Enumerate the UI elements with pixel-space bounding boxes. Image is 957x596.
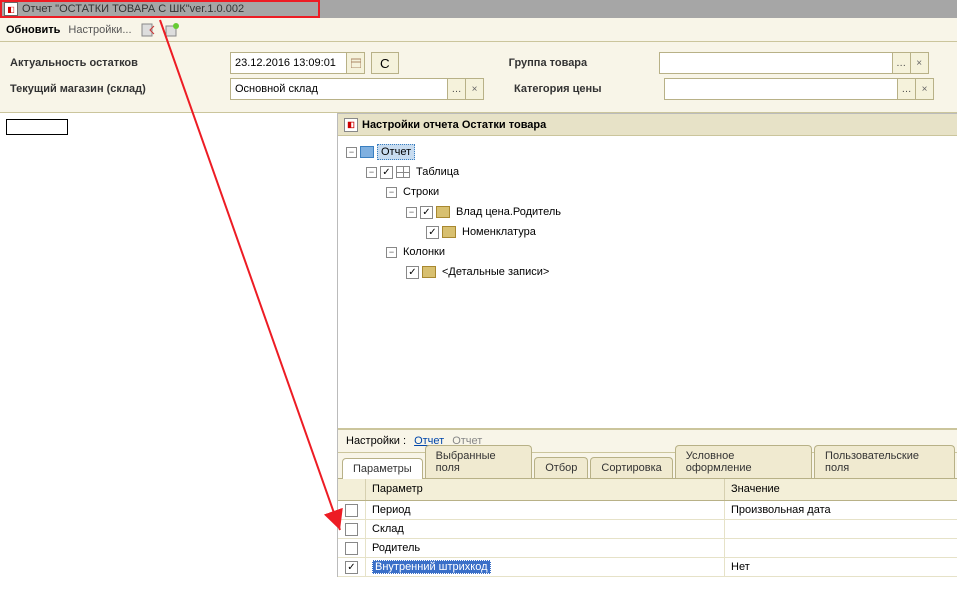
grid-row[interactable]: Склад <box>338 520 957 539</box>
settings-panel-title: ◧ Настройки отчета Остатки товара <box>338 114 957 136</box>
tab-user-fields[interactable]: Пользовательские поля <box>814 445 955 478</box>
rows-icon <box>436 206 450 218</box>
tree-row-2[interactable]: ✓ Номенклатура <box>346 222 949 242</box>
group-input[interactable] <box>660 53 892 73</box>
app-icon: ◧ <box>4 2 18 16</box>
grid-row[interactable]: ✓ Внутренний штрихкод Нет <box>338 558 957 577</box>
tab-selected-fields[interactable]: Выбранные поля <box>425 445 533 478</box>
store-lookup-icon[interactable]: … <box>447 79 465 99</box>
tree-row2-label[interactable]: Номенклатура <box>459 225 539 239</box>
refresh-button[interactable]: Обновить <box>6 24 60 36</box>
actuality-input-wrap <box>230 52 365 74</box>
tree-row1-label[interactable]: Влад цена.Родитель <box>453 205 564 219</box>
store-input[interactable] <box>231 79 447 99</box>
collapse-icon[interactable]: − <box>346 147 357 158</box>
tree-table[interactable]: − ✓ Таблица <box>346 162 949 182</box>
window-version: ver.1.0.002 <box>190 3 244 15</box>
group-clear-icon[interactable]: × <box>910 53 928 73</box>
store-label: Текущий магазин (склад) <box>10 83 230 95</box>
row-checkbox[interactable] <box>345 542 358 555</box>
tabs-bar: Параметры Выбранные поля Отбор Сортировк… <box>338 453 957 479</box>
report-icon <box>360 146 374 158</box>
collapse-icon[interactable]: − <box>366 167 377 178</box>
group-input-wrap: … × <box>659 52 929 74</box>
checkbox-icon[interactable]: ✓ <box>420 206 433 219</box>
action-icon-2[interactable] <box>164 22 180 38</box>
tree-rows-label[interactable]: Строки <box>400 185 442 199</box>
row-checkbox[interactable] <box>345 504 358 517</box>
row-param[interactable]: Период <box>366 501 725 519</box>
c-button[interactable]: С <box>371 52 399 74</box>
price-cat-lookup-icon[interactable]: … <box>897 79 915 99</box>
window-title-prefix: Отчет "ОСТАТКИ ТОВАРА С ШК" <box>22 3 190 15</box>
tab-params[interactable]: Параметры <box>342 458 423 479</box>
store-input-wrap: … × <box>230 78 484 100</box>
structure-tree: − Отчет − ✓ Таблица − Строки − ✓ Влад це… <box>338 136 957 429</box>
collapse-icon[interactable]: − <box>386 247 397 258</box>
actuality-label: Актуальность остатков <box>10 57 230 69</box>
window-titlebar: ◧ Отчет "ОСТАТКИ ТОВАРА С ШК" ver.1.0.00… <box>0 0 957 18</box>
tree-col1-label[interactable]: <Детальные записи> <box>439 265 552 279</box>
grid-row[interactable]: Период Произвольная дата <box>338 501 957 520</box>
row-checkbox[interactable]: ✓ <box>345 561 358 574</box>
price-cat-label: Категория цены <box>514 83 634 95</box>
grid-col-check <box>338 479 366 500</box>
body-area: ◧ Настройки отчета Остатки товара − Отче… <box>0 113 957 577</box>
row-value[interactable]: Произвольная дата <box>725 501 957 519</box>
params-grid: Параметр Значение Период Произвольная да… <box>338 479 957 577</box>
tab-sort[interactable]: Сортировка <box>590 457 672 478</box>
settings-panel: ◧ Настройки отчета Остатки товара − Отче… <box>338 113 957 577</box>
action-icon-1[interactable] <box>140 22 156 38</box>
row-value[interactable] <box>725 520 957 538</box>
price-cat-input-wrap: … × <box>664 78 934 100</box>
checkbox-icon[interactable]: ✓ <box>426 226 439 239</box>
row-value[interactable]: Нет <box>725 558 957 576</box>
store-clear-icon[interactable]: × <box>465 79 483 99</box>
group-label: Группа товара <box>509 57 629 69</box>
price-cat-clear-icon[interactable]: × <box>915 79 933 99</box>
tab-filter[interactable]: Отбор <box>534 457 588 478</box>
settings-button[interactable]: Настройки... <box>68 24 131 36</box>
row-param[interactable]: Склад <box>366 520 725 538</box>
row-param[interactable]: Внутренний штрихкод <box>366 558 725 576</box>
tree-cols-label[interactable]: Колонки <box>400 245 448 259</box>
calendar-icon[interactable] <box>346 53 364 73</box>
settings-bar-label: Настройки : <box>346 435 406 447</box>
main-toolbar: Обновить Настройки... <box>0 18 957 42</box>
rows-icon <box>422 266 436 278</box>
tree-root[interactable]: − Отчет <box>346 142 949 162</box>
tree-table-label[interactable]: Таблица <box>413 165 462 179</box>
tree-col-1[interactable]: ✓ <Детальные записи> <box>346 262 949 282</box>
rows-icon <box>442 226 456 238</box>
collapse-icon[interactable]: − <box>406 207 417 218</box>
tab-conditional[interactable]: Условное оформление <box>675 445 812 478</box>
report-output-panel <box>0 113 338 577</box>
panel-icon: ◧ <box>344 118 358 132</box>
actuality-input[interactable] <box>231 53 346 73</box>
tree-row-1[interactable]: − ✓ Влад цена.Родитель <box>346 202 949 222</box>
filters-panel: Актуальность остатков С Группа товара … … <box>0 42 957 113</box>
tree-cols[interactable]: − Колонки <box>346 242 949 262</box>
collapse-icon[interactable]: − <box>386 187 397 198</box>
checkbox-icon[interactable]: ✓ <box>380 166 393 179</box>
price-cat-input[interactable] <box>665 79 897 99</box>
row-checkbox[interactable] <box>345 523 358 536</box>
grid-col-value[interactable]: Значение <box>725 479 957 500</box>
checkbox-icon[interactable]: ✓ <box>406 266 419 279</box>
grid-col-param[interactable]: Параметр <box>366 479 725 500</box>
settings-panel-title-text: Настройки отчета Остатки товара <box>362 119 546 131</box>
table-icon <box>396 166 410 178</box>
tree-rows[interactable]: − Строки <box>346 182 949 202</box>
tree-root-label[interactable]: Отчет <box>377 144 415 160</box>
group-lookup-icon[interactable]: … <box>892 53 910 73</box>
grid-row[interactable]: Родитель <box>338 539 957 558</box>
row-param[interactable]: Родитель <box>366 539 725 557</box>
row-value[interactable] <box>725 539 957 557</box>
grid-header: Параметр Значение <box>338 479 957 501</box>
report-cell[interactable] <box>6 119 68 135</box>
